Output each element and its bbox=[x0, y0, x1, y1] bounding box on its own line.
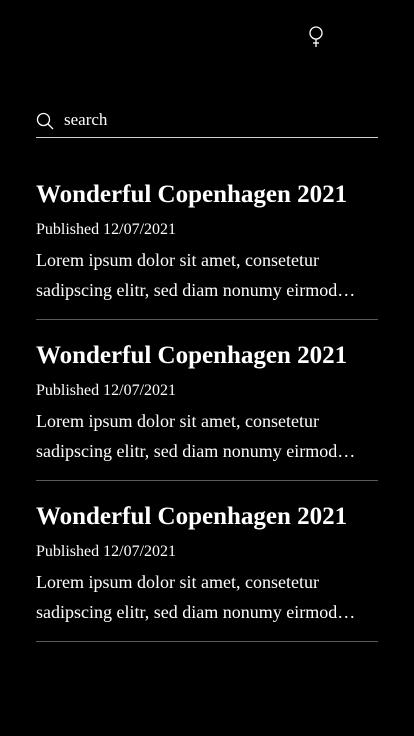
article-date: Published 12/07/2021 bbox=[36, 382, 177, 399]
article-excerpt: Lorem ipsum dolor sit amet, consetetur s… bbox=[36, 250, 338, 300]
article-item[interactable]: Wonderful Copenhagen 2021 Published 12/0… bbox=[36, 321, 378, 481]
article-date: Published 12/07/2021 bbox=[36, 221, 177, 238]
article-title[interactable]: Wonderful Copenhagen 2021 bbox=[36, 341, 347, 371]
article-excerpt: Lorem ipsum dolor sit amet, consetetur s… bbox=[36, 572, 338, 622]
search-bar[interactable] bbox=[36, 104, 378, 138]
article-title[interactable]: Wonderful Copenhagen 2021 bbox=[36, 502, 347, 532]
article-date: Published 12/07/2021 bbox=[36, 543, 177, 560]
article-list: Wonderful Copenhagen 2021 Published 12/0… bbox=[36, 160, 378, 643]
search-input[interactable] bbox=[64, 106, 374, 134]
article-title[interactable]: Wonderful Copenhagen 2021 bbox=[36, 180, 347, 210]
article-excerpt: Lorem ipsum dolor sit amet, consetetur s… bbox=[36, 411, 338, 461]
article-item[interactable]: Wonderful Copenhagen 2021 Published 12/0… bbox=[36, 482, 378, 642]
search-icon bbox=[36, 112, 54, 130]
article-item[interactable]: Wonderful Copenhagen 2021 Published 12/0… bbox=[36, 160, 378, 320]
female-symbol-icon[interactable] bbox=[307, 26, 325, 48]
